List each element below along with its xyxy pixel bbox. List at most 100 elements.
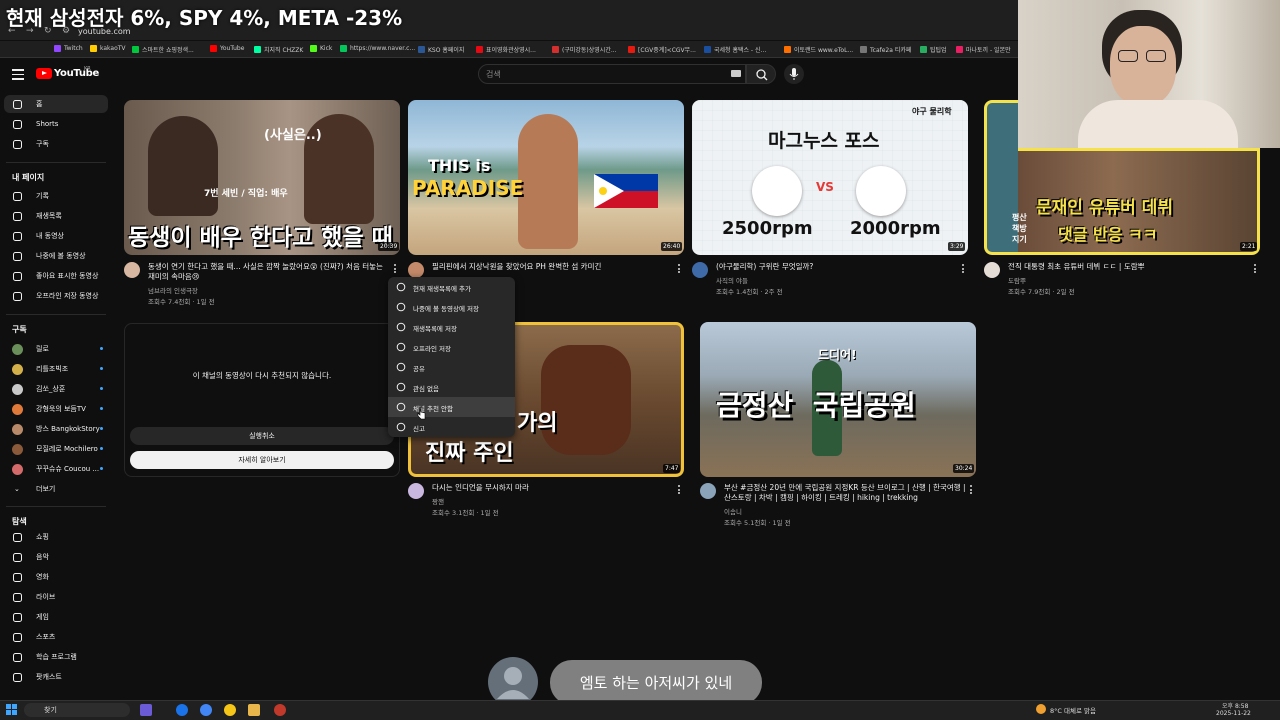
more-options-icon[interactable]	[394, 264, 397, 274]
bookmark-item[interactable]: Tcafe2a 티카페	[860, 45, 911, 54]
channel-avatar[interactable]	[408, 262, 424, 278]
copilot-icon[interactable]	[140, 704, 152, 716]
more-options-icon[interactable]	[970, 485, 973, 495]
more-options-icon[interactable]	[678, 264, 681, 274]
bookmark-item[interactable]: 이토랜드 www.eToL...	[784, 45, 853, 54]
clock-time[interactable]: 오후 8:58	[1222, 701, 1248, 710]
more-options-icon[interactable]	[678, 485, 681, 495]
sidebar-item[interactable]: Shorts	[4, 115, 108, 133]
video-title[interactable]: 부산 #금정산 20년 만에 국립공원 지정KR 등산 브이로그 | 산행 | …	[724, 483, 968, 503]
bookmark-label: 팁팁업	[930, 47, 947, 54]
bookmark-item[interactable]: 국세청 홈택스 - 신...	[704, 45, 766, 54]
bookmark-item[interactable]: KSO 홈페이지	[418, 45, 464, 54]
menu-item-download[interactable]	[388, 337, 515, 357]
channel-name[interactable]: 이솜니	[724, 506, 742, 516]
menu-icon[interactable]	[12, 69, 24, 80]
sidebar-subscription[interactable]: 모질레로 Mochilero	[4, 440, 108, 458]
sidebar-item[interactable]: 스포츠	[4, 628, 108, 646]
video-title[interactable]: (야구물리학) 구위란 무엇일까?	[716, 262, 956, 272]
channel-name[interactable]: 사직의 야들	[716, 275, 748, 285]
menu-item-flag[interactable]	[388, 417, 515, 437]
video-thumbnail[interactable]: THIS is PARADISE	[408, 100, 684, 255]
video-thumbnail-right[interactable]: 문재인 유튜버 데뷔 댓글 반응 ㅋㅋ	[1018, 148, 1260, 255]
video-title[interactable]: 전직 대통령 최초 유튜버 데뷔 ㄷㄷ | 도람뿌	[1008, 262, 1248, 272]
video-thumbnail[interactable]: 드디어! 금정산 국립공원	[700, 322, 976, 477]
sidebar-item[interactable]: 나중에 볼 동영상	[4, 247, 108, 265]
sidebar-subscription[interactable]: 릴로	[4, 340, 108, 358]
philippines-flag-icon	[594, 174, 658, 208]
undo-button[interactable]: 실행취소	[130, 427, 394, 445]
video-thumbnail[interactable]: (사실은..) 7번 세빈 / 직업: 배우 동생이 배우 한다고 했을 때	[124, 100, 400, 255]
windows-start-icon[interactable]	[6, 704, 18, 716]
bookmark-item[interactable]: https://www.naver.c...	[340, 45, 415, 52]
sidebar-subscription[interactable]: 김쏘_상훈	[4, 380, 108, 398]
weather-text[interactable]: 8°C 대체로 맑음	[1050, 705, 1096, 715]
bookmark-item[interactable]: 팁팁업	[920, 45, 947, 54]
sidebar-subscription[interactable]: 방스 BangkokStory	[4, 420, 108, 438]
video-title[interactable]: 다시는 인디언을 무시하지 마라	[432, 483, 672, 493]
channel-avatar[interactable]	[408, 483, 424, 499]
menu-item-share[interactable]	[388, 357, 515, 377]
sidebar-item[interactable]: 기록	[4, 187, 108, 205]
bookmark-item[interactable]: kakaoTV	[90, 45, 126, 52]
sidebar-heading-subscriptions[interactable]: 구독	[12, 324, 27, 335]
sidebar-item[interactable]: 쇼핑	[4, 528, 108, 546]
keyboard-icon[interactable]	[731, 70, 741, 77]
channel-avatar[interactable]	[984, 262, 1000, 278]
channel-name[interactable]: 짱깬	[432, 496, 444, 506]
app-icon[interactable]	[224, 704, 236, 716]
bookmark-favicon-icon	[784, 46, 791, 53]
bookmark-item[interactable]: 표이영화관상영시...	[476, 45, 536, 54]
file-explorer-icon[interactable]	[248, 704, 260, 716]
bookmark-item[interactable]: Kick	[310, 45, 332, 52]
video-title[interactable]: 동생이 연기 한다고 했을 때... 사실은 깜짝 놀랐어요😲 (진짜?) 처음…	[148, 262, 388, 282]
search-input[interactable]	[478, 64, 746, 84]
voice-search-button[interactable]	[784, 64, 804, 84]
youtube-logo-icon[interactable]	[36, 68, 52, 79]
minus-circle-icon	[396, 402, 406, 412]
learn-more-button[interactable]: 자세히 알아보기	[130, 451, 394, 469]
bookmark-item[interactable]: [CGV중계]<CGV무...	[628, 45, 696, 54]
sidebar-item[interactable]: 재생목록	[4, 207, 108, 225]
sidebar-item[interactable]: 음악	[4, 548, 108, 566]
sidebar-item[interactable]: 좋아요 표시한 동영상	[4, 267, 108, 285]
sidebar-item[interactable]: 팟캐스트	[4, 668, 108, 686]
channel-name[interactable]: 도람뿌	[1008, 275, 1026, 285]
sidebar-item[interactable]: 영화	[4, 568, 108, 586]
taskbar-search[interactable]	[24, 703, 130, 717]
sidebar-item[interactable]: 내 동영상	[4, 227, 108, 245]
sidebar-subscription[interactable]: 강형욱의 보듬TV	[4, 400, 108, 418]
clock-date[interactable]: 2025-11-22	[1216, 710, 1251, 717]
sidebar-heading-you[interactable]: 내 페이지	[12, 172, 44, 183]
bookmark-item[interactable]: Twitch	[54, 45, 83, 52]
bookmark-item[interactable]: 스마트한 쇼핑정색...	[132, 45, 194, 54]
bookmark-item[interactable]: (구미강동)상영시간...	[552, 45, 617, 54]
video-title[interactable]: 필리핀에서 지상낙원을 찾았어요 PH 완벽한 섬 카미긴	[432, 262, 672, 272]
podcast-icon	[13, 672, 22, 682]
search-button[interactable]	[746, 64, 776, 84]
bookmark-item[interactable]: YouTube	[210, 45, 244, 52]
sidebar-item[interactable]: 라이브	[4, 588, 108, 606]
video-thumbnail[interactable]: 마그누스 포스 야구 물리학 VS 2500rpm 2000rpm	[692, 100, 968, 255]
sidebar-item[interactable]: 오프라인 저장 동영상	[4, 287, 108, 305]
recorder-icon[interactable]	[274, 704, 286, 716]
sidebar-subscription[interactable]: 리틀조빅조	[4, 360, 108, 378]
sidebar-item[interactable]: 홈	[4, 95, 108, 113]
bookmark-item[interactable]: 마나토끼 - 일본만	[956, 45, 1011, 54]
sidebar-show-more[interactable]: ⌄ 더보기	[4, 480, 108, 498]
youtube-wordmark[interactable]: YouTube	[54, 68, 99, 79]
more-options-icon[interactable]	[962, 264, 965, 274]
menu-item-block[interactable]	[388, 377, 515, 397]
channel-avatar[interactable]	[692, 262, 708, 278]
bookmark-item[interactable]: 치지직 CHZZK	[254, 45, 303, 54]
sidebar-item[interactable]: 구독	[4, 135, 108, 153]
channel-avatar[interactable]	[700, 483, 716, 499]
sidebar-item[interactable]: 게임	[4, 608, 108, 626]
more-options-icon[interactable]	[1254, 264, 1257, 274]
sidebar-item[interactable]: 학습 프로그램	[4, 648, 108, 666]
sidebar-subscription[interactable]: 꾸꾸슈슈 Coucou ...	[4, 460, 108, 478]
edge-icon[interactable]	[176, 704, 188, 716]
channel-name[interactable]: 넘브라의 인생극장	[148, 285, 198, 295]
channel-avatar[interactable]	[124, 262, 140, 278]
chrome-icon[interactable]	[200, 704, 212, 716]
